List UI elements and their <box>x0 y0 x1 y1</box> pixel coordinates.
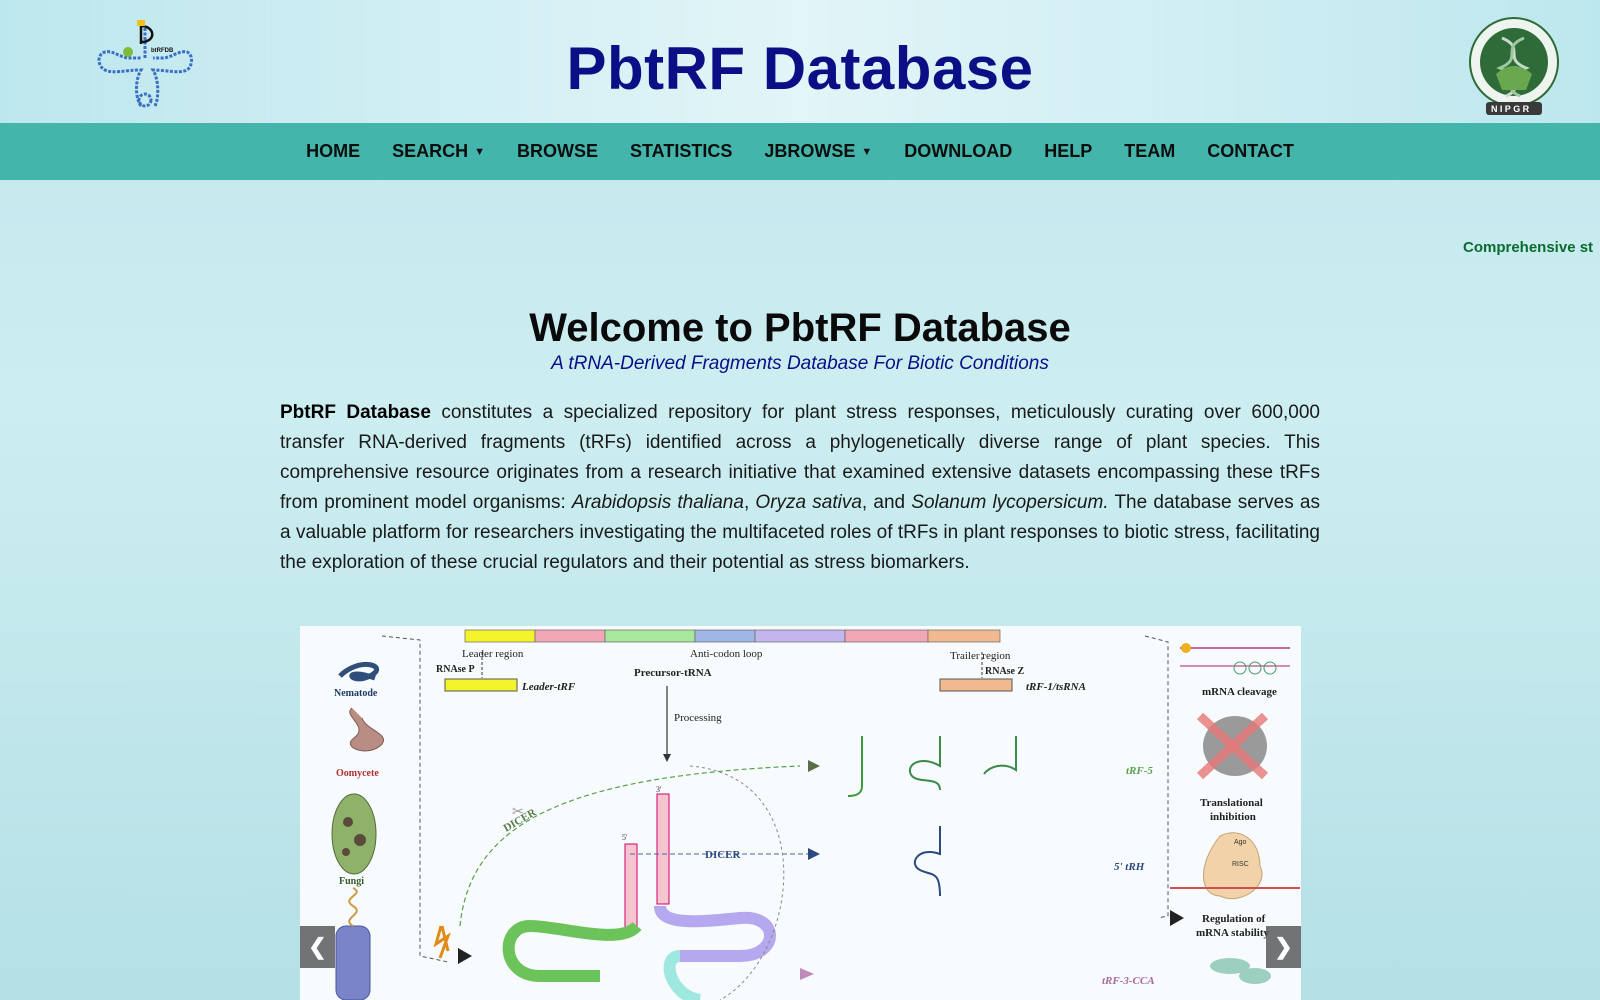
label-processing: Processing <box>674 712 722 724</box>
label-regulation-1: Regulation of <box>1202 913 1266 925</box>
intro-sep-1: , <box>743 492 756 513</box>
label-trailer-region: Trailer region <box>950 650 1011 662</box>
nav-item-help[interactable]: HELP <box>1044 141 1092 162</box>
species-oryza: Oryza sativa <box>755 492 862 513</box>
nav-item-browse[interactable]: BROWSE <box>517 141 598 162</box>
oomycete-icon <box>349 707 385 752</box>
label-5-prime: 5' <box>622 833 628 842</box>
fungi-leaf-icon <box>331 793 377 875</box>
label-3-prime: 3' <box>656 785 662 794</box>
nav-item-label: CONTACT <box>1207 141 1294 161</box>
label-regulation-2: mRNA stability <box>1196 927 1270 939</box>
label-fungi: Fungi <box>339 876 364 887</box>
nav-item-label: STATISTICS <box>630 141 733 161</box>
nav-item-search[interactable]: SEARCH ▼ <box>392 141 485 162</box>
nav-item-label: BROWSE <box>517 141 598 161</box>
nav-item-contact[interactable]: CONTACT <box>1207 141 1294 162</box>
intro-bold: PbtRF Database <box>280 402 431 423</box>
caret-down-icon: ▼ <box>474 145 485 158</box>
nav-item-jbrowse[interactable]: JBROWSE ▼ <box>764 141 872 162</box>
intro-sep-2: , and <box>861 492 912 513</box>
label-oomycete: Oomycete <box>336 768 379 779</box>
label-precursor: Precursor-tRNA <box>634 667 712 679</box>
slider-prev-button[interactable]: ❮ <box>300 926 335 968</box>
nav-item-label: SEARCH <box>392 141 469 161</box>
image-slider: Leader region Anti-codon loop Trailer re… <box>300 626 1301 1000</box>
species-arabidopsis: Arabidopsis thaliana <box>571 492 744 513</box>
label-leader-region: Leader region <box>462 648 524 660</box>
caret-down-icon: ▼ <box>861 145 873 158</box>
label-rnase-p: RNAse P <box>436 664 475 675</box>
nav-item-home[interactable]: HOME <box>306 141 360 162</box>
site-title[interactable]: PbtRF Database <box>0 34 1600 103</box>
nav-item-label: DOWNLOAD <box>904 141 1013 161</box>
trf-biogenesis-figure: Leader region Anti-codon loop Trailer re… <box>331 629 1300 1000</box>
label-ago: Ago <box>1234 839 1247 846</box>
label-dicer-2: DICER <box>705 849 742 861</box>
label-mrna-cleavage: mRNA cleavage <box>1202 686 1277 698</box>
stress-bolt-icon <box>433 925 451 959</box>
nav-item-team[interactable]: TEAM <box>1124 141 1175 162</box>
species-solanum: Solanum lycopersicum. <box>911 492 1109 513</box>
scissors-icon: ✂ <box>512 803 524 819</box>
site-header: btRFDB PbtRF Database NIPGR <box>0 0 1600 123</box>
nav-item-download[interactable]: DOWNLOAD <box>904 141 1012 162</box>
logo-right-text: NIPGR <box>1491 104 1532 114</box>
label-risc: RISC <box>1232 861 1249 868</box>
nav-item-label: JBROWSE <box>764 141 856 161</box>
nav-item-label: TEAM <box>1124 141 1176 161</box>
nav-item-label: HELP <box>1044 141 1093 161</box>
label-trf1: tRF-1/tsRNA <box>1026 681 1086 693</box>
intro-paragraph: PbtRF Database constitutes a specialized… <box>280 398 1320 578</box>
label-leader-trf: Leader-tRF <box>521 681 576 693</box>
main-navbar: HOME SEARCH ▼ BROWSE STATISTICS JBROWSE ▼ DOWNL… <box>0 123 1600 180</box>
label-trf3-cca: tRF-3-CCA <box>1102 975 1155 987</box>
label-anticodon-loop: Anti-codon loop <box>690 648 763 660</box>
label-nematode: Nematode <box>334 688 378 699</box>
welcome-subtitle: A tRNA-Derived Fragments Database For Bi… <box>551 353 1049 374</box>
bacteria-icon <box>335 925 371 1000</box>
nipgr-logo-icon[interactable]: NIPGR <box>1466 14 1562 118</box>
label-5-trh: 5' tRH <box>1114 861 1145 873</box>
label-translational-1: Translational <box>1200 797 1263 809</box>
news-marquee[interactable]: Comprehensive st <box>1463 239 1593 256</box>
nav-item-statistics[interactable]: STATISTICS <box>630 141 732 162</box>
label-rnase-z: RNAse Z <box>985 666 1024 677</box>
label-translational-2: inhibition <box>1210 811 1256 823</box>
nematode-icon <box>338 661 379 682</box>
welcome-heading: Welcome to PbtRF Database <box>529 306 1071 350</box>
slider-next-button[interactable]: ❯ <box>1266 926 1301 968</box>
nav-item-label: HOME <box>306 141 361 161</box>
label-trf5: tRF-5 <box>1126 765 1153 777</box>
